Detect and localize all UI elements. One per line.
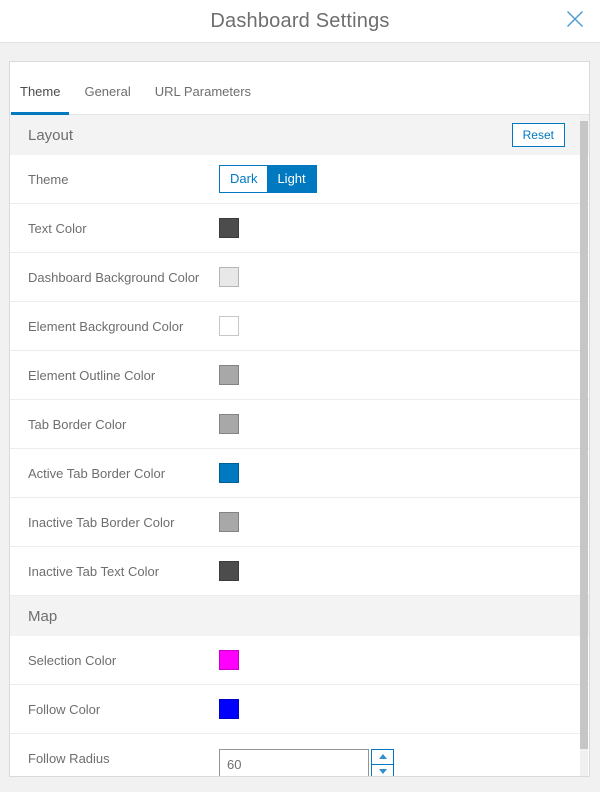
tab-url-parameters[interactable]: URL Parameters — [146, 84, 260, 114]
element-background-color-swatch[interactable] — [219, 316, 239, 336]
dashboard-background-color-swatch[interactable] — [219, 267, 239, 287]
row-label-follow-color: Follow Color — [28, 702, 219, 717]
row-label-theme: Theme — [28, 172, 219, 187]
page-title: Dashboard Settings — [0, 0, 600, 42]
scrollbar-track[interactable] — [580, 116, 588, 776]
row-follow-color: Follow Color — [10, 685, 589, 734]
theme-toggle-light[interactable]: Light — [267, 166, 315, 192]
tab-border-color-swatch[interactable] — [219, 414, 239, 434]
row-element-background-color: Element Background Color — [10, 302, 589, 351]
reset-button[interactable]: Reset — [512, 123, 565, 147]
section-title-layout: Layout — [28, 127, 73, 144]
row-element-outline-color: Element Outline Color — [10, 351, 589, 400]
inactive-tab-text-color-swatch[interactable] — [219, 561, 239, 581]
row-label-text-color: Text Color — [28, 221, 219, 236]
inactive-tab-border-color-swatch[interactable] — [219, 512, 239, 532]
theme-toggle-dark[interactable]: Dark — [220, 166, 267, 192]
row-inactive-tab-border-color: Inactive Tab Border Color — [10, 498, 589, 547]
section-header-map: Map — [10, 596, 589, 636]
row-tab-border-color: Tab Border Color — [10, 400, 589, 449]
spinner-down-icon[interactable] — [372, 764, 393, 778]
active-tab-border-color-swatch[interactable] — [219, 463, 239, 483]
follow-radius-control — [219, 749, 394, 777]
theme-toggle: Dark Light — [219, 165, 317, 193]
row-selection-color: Selection Color — [10, 636, 589, 685]
row-label-element-outline-color: Element Outline Color — [28, 368, 219, 383]
row-active-tab-border-color: Active Tab Border Color — [10, 449, 589, 498]
row-label-selection-color: Selection Color — [28, 653, 219, 668]
settings-dialog: Theme General URL Parameters Layout Rese… — [9, 61, 590, 777]
section-header-layout: Layout Reset — [10, 115, 589, 155]
tab-general[interactable]: General — [75, 84, 139, 114]
row-text-color: Text Color — [10, 204, 589, 253]
settings-tabbar: Theme General URL Parameters — [10, 62, 589, 115]
section-title-map: Map — [28, 608, 57, 625]
row-label-tab-border-color: Tab Border Color — [28, 417, 219, 432]
app-header: Dashboard Settings — [0, 0, 600, 43]
row-label-active-tab-border-color: Active Tab Border Color — [28, 466, 219, 481]
row-label-inactive-tab-border-color: Inactive Tab Border Color — [28, 515, 219, 530]
row-theme: Theme Dark Light — [10, 155, 589, 204]
follow-radius-input[interactable] — [219, 749, 369, 777]
selection-color-swatch[interactable] — [219, 650, 239, 670]
row-label-inactive-tab-text-color: Inactive Tab Text Color — [28, 564, 219, 579]
row-dashboard-background-color: Dashboard Background Color — [10, 253, 589, 302]
row-label-dashboard-background-color: Dashboard Background Color — [28, 270, 219, 285]
follow-radius-spinner — [371, 749, 394, 777]
element-outline-color-swatch[interactable] — [219, 365, 239, 385]
tab-theme[interactable]: Theme — [11, 84, 69, 114]
follow-color-swatch[interactable] — [219, 699, 239, 719]
row-label-element-background-color: Element Background Color — [28, 319, 219, 334]
row-label-follow-radius: Follow Radius — [28, 751, 219, 766]
spinner-up-icon[interactable] — [372, 750, 393, 764]
row-follow-radius: Follow Radius — [10, 734, 589, 777]
text-color-swatch[interactable] — [219, 218, 239, 238]
scrollbar-thumb[interactable] — [580, 121, 588, 749]
row-inactive-tab-text-color: Inactive Tab Text Color — [10, 547, 589, 596]
close-icon[interactable] — [563, 7, 587, 31]
